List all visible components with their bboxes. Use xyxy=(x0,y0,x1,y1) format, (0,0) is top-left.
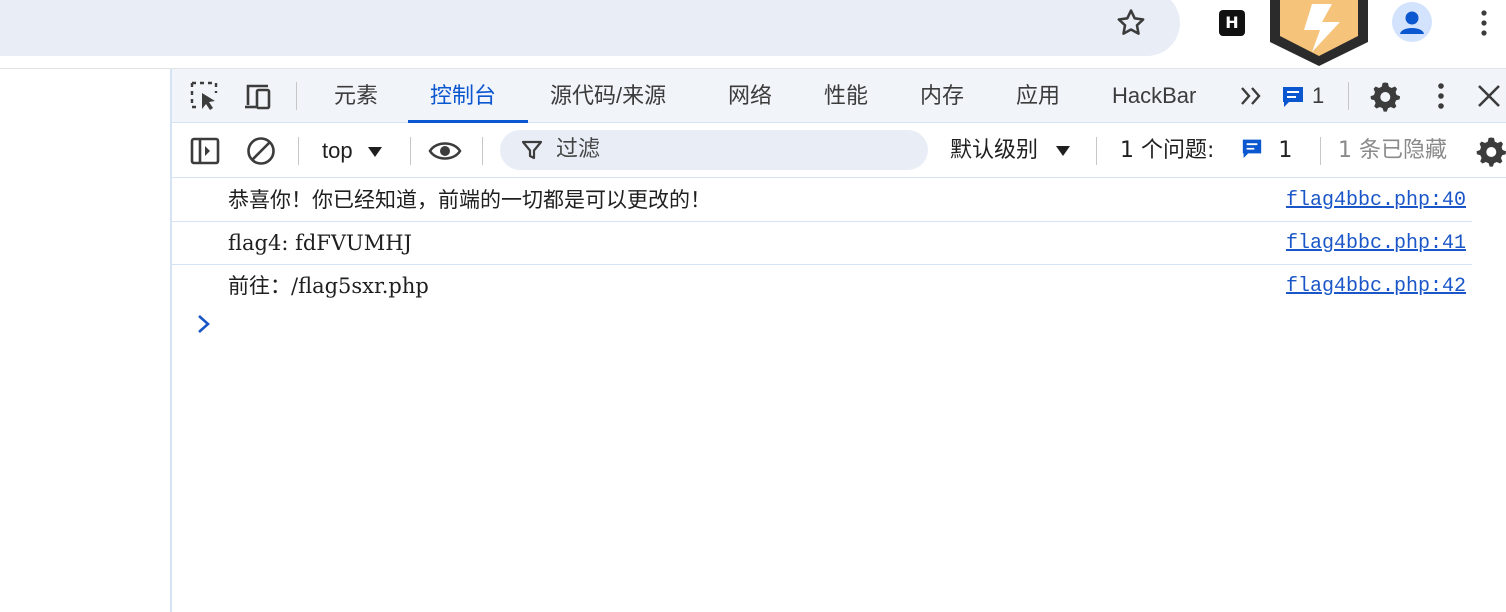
context-selector[interactable]: top xyxy=(322,124,383,178)
context-value: top xyxy=(322,138,353,163)
tab-network[interactable]: 网络 xyxy=(728,69,772,123)
console-message: 前往：/flag5sxr.php flag4bbc.php:42 xyxy=(172,265,1472,308)
separator xyxy=(482,137,483,165)
source-link[interactable]: flag4bbc.php:41 xyxy=(1286,222,1466,265)
console-prompt[interactable] xyxy=(172,309,1506,339)
dropdown-arrow-icon xyxy=(1056,146,1071,156)
settings-gear-icon[interactable] xyxy=(1368,79,1402,113)
extension-shield-icon[interactable] xyxy=(1268,0,1370,68)
issues-badge-count[interactable]: 1 xyxy=(1312,83,1324,109)
more-tabs-chevron-icon[interactable] xyxy=(1236,79,1270,113)
issues-count: 1 xyxy=(1278,138,1293,163)
console-settings-gear-icon[interactable] xyxy=(1474,134,1506,168)
separator xyxy=(296,82,297,110)
browser-toolbar: H xyxy=(0,0,1506,68)
console-messages: 恭喜你！你已经知道，前端的一切都是可以更改的！ flag4bbc.php:40 … xyxy=(172,179,1506,308)
close-devtools-icon[interactable] xyxy=(1472,79,1506,113)
issues-counter[interactable]: 1 个问题: 1 xyxy=(1120,124,1292,178)
console-message: 恭喜你！你已经知道，前端的一切都是可以更改的！ flag4bbc.php:40 xyxy=(172,179,1472,222)
filter-input[interactable]: 过滤 xyxy=(500,130,928,170)
devtools-tab-bar: 元素 控制台 源代码/来源 网络 性能 内存 应用 HackBar 1 xyxy=(172,69,1506,123)
live-expression-eye-icon[interactable] xyxy=(428,134,462,168)
dropdown-arrow-icon xyxy=(367,147,382,157)
separator xyxy=(1348,82,1349,110)
message-text: 恭喜你！你已经知道，前端的一切都是可以更改的！ xyxy=(228,188,711,212)
message-text: 前往：/flag5sxr.php xyxy=(228,274,429,298)
issues-message-icon xyxy=(1243,139,1262,158)
prompt-chevron-icon xyxy=(198,315,210,333)
bookmark-star-icon[interactable] xyxy=(1114,6,1148,40)
tab-performance[interactable]: 性能 xyxy=(824,69,868,123)
tab-sources[interactable]: 源代码/来源 xyxy=(550,69,666,123)
hackbar-extension-icon[interactable]: H xyxy=(1219,10,1245,36)
filter-placeholder: 过滤 xyxy=(556,137,601,162)
tab-hackbar[interactable]: HackBar xyxy=(1112,69,1196,123)
address-bar[interactable] xyxy=(0,0,1180,56)
show-sidebar-icon[interactable] xyxy=(188,134,222,168)
log-level-selector[interactable]: 默认级别 xyxy=(950,124,1071,178)
inspect-element-icon[interactable] xyxy=(188,79,222,113)
console-message: flag4: fdFVUMHJ flag4bbc.php:41 xyxy=(172,222,1472,265)
console-toolbar: top 过滤 默认级别 1 个问题: 1 1 条已隐藏 xyxy=(172,124,1506,178)
source-link[interactable]: flag4bbc.php:42 xyxy=(1286,265,1466,308)
tab-memory[interactable]: 内存 xyxy=(920,69,964,123)
filter-funnel-icon xyxy=(521,140,543,160)
issues-message-icon[interactable] xyxy=(1276,79,1310,113)
devtools-kebab-menu-icon[interactable] xyxy=(1424,79,1458,113)
devtools-panel: 元素 控制台 源代码/来源 网络 性能 内存 应用 HackBar 1 top … xyxy=(170,69,1506,612)
active-tab-indicator xyxy=(408,120,528,123)
source-link[interactable]: flag4bbc.php:40 xyxy=(1286,179,1466,222)
separator xyxy=(410,137,411,165)
profile-avatar-icon[interactable] xyxy=(1392,2,1432,42)
separator xyxy=(1320,137,1321,165)
separator xyxy=(298,137,299,165)
separator xyxy=(1096,137,1097,165)
kebab-menu-icon[interactable] xyxy=(1476,8,1492,38)
tab-console[interactable]: 控制台 xyxy=(430,69,496,123)
hidden-messages-count: 1 条已隐藏 xyxy=(1338,138,1447,163)
message-text: flag4: fdFVUMHJ xyxy=(228,231,412,255)
issues-label-text: 1 个问题: xyxy=(1120,138,1215,163)
device-toolbar-icon[interactable] xyxy=(242,79,276,113)
tab-elements[interactable]: 元素 xyxy=(334,69,378,123)
log-level-value: 默认级别 xyxy=(950,138,1039,163)
tab-application[interactable]: 应用 xyxy=(1016,69,1060,123)
clear-console-icon[interactable] xyxy=(244,134,278,168)
